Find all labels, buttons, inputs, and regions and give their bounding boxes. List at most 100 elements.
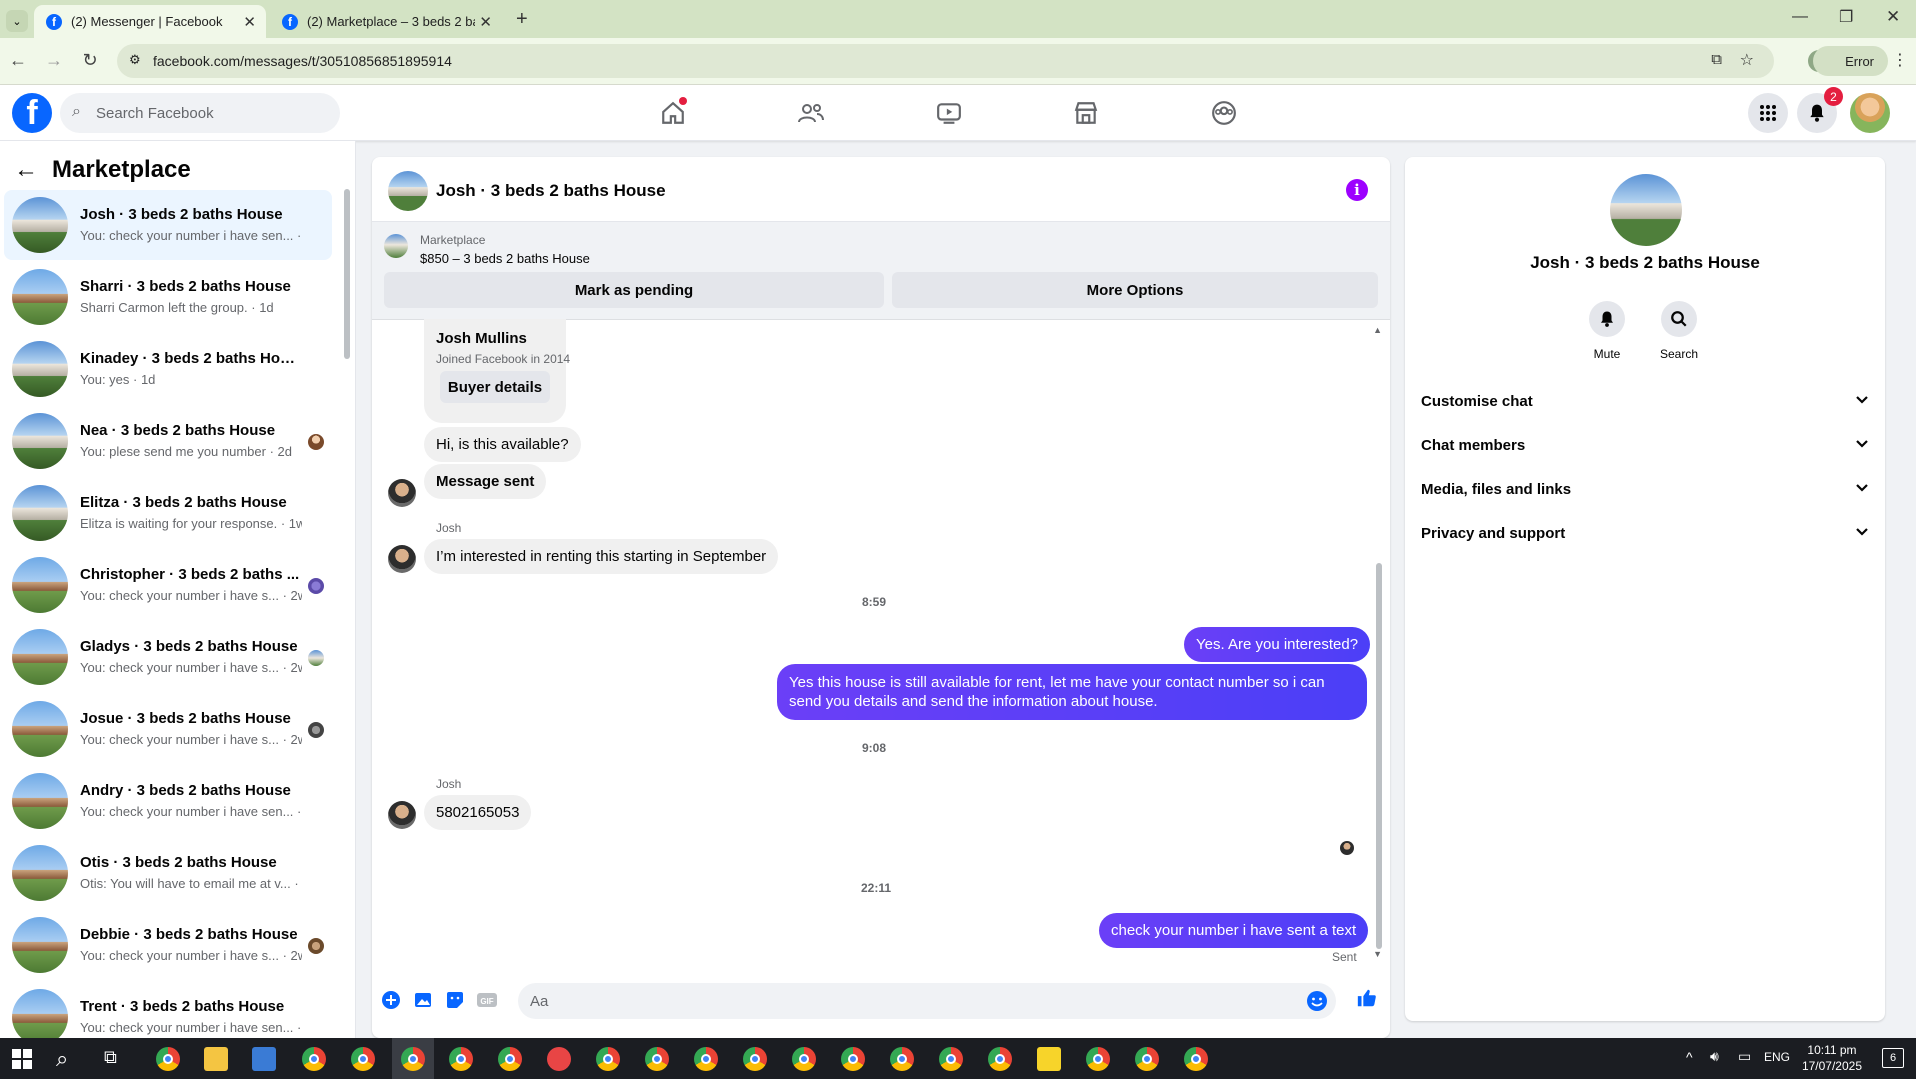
gif-icon[interactable]: GIF (476, 989, 498, 1011)
josh-avatar[interactable] (388, 479, 416, 507)
close-tab-icon[interactable]: ✕ (243, 13, 256, 31)
media-files-links-section[interactable]: Media, files and links (1421, 467, 1869, 511)
conversation-item[interactable]: Andry · 3 beds 2 baths House You: check … (4, 766, 332, 836)
message-input[interactable]: Aa (518, 983, 1336, 1019)
chat-profile-avatar[interactable] (1610, 174, 1682, 246)
reload-icon[interactable]: ↻ (78, 50, 102, 71)
emoji-icon[interactable] (1306, 990, 1328, 1016)
conversations-scrollbar[interactable] (344, 189, 350, 359)
volume-icon[interactable]: 🔊︎ (1710, 1048, 1719, 1065)
incoming-message[interactable]: 5802165053 (424, 795, 532, 830)
tab-search-icon[interactable]: ⌄ (6, 10, 28, 32)
conversation-item[interactable]: Debbie · 3 beds 2 baths House You: check… (4, 910, 332, 980)
outgoing-message[interactable]: check your number i have sent a text (1099, 913, 1369, 948)
back-arrow-icon[interactable]: ← (14, 156, 38, 184)
chrome-taskbar-icon[interactable] (498, 1047, 522, 1071)
video-nav-icon[interactable] (929, 93, 969, 133)
chrome-taskbar-icon[interactable] (939, 1047, 963, 1071)
chrome-taskbar-icon[interactable] (1184, 1047, 1208, 1071)
clock[interactable]: 10:11 pm 17/07/2025 (1802, 1042, 1862, 1074)
notification-center-icon[interactable]: 6 (1882, 1048, 1904, 1068)
outgoing-message[interactable]: Yes. Are you interested? (1184, 627, 1371, 662)
conversation-item[interactable]: Josh · 3 beds 2 baths House You: check y… (4, 190, 332, 260)
chrome-taskbar-icon[interactable] (645, 1047, 669, 1071)
josh-avatar[interactable] (388, 801, 416, 829)
conversation-item[interactable]: Josue · 3 beds 2 baths House You: check … (4, 694, 332, 764)
chat-avatar[interactable] (388, 171, 428, 211)
app-taskbar-icon[interactable] (547, 1047, 571, 1071)
buyer-details-button[interactable]: Buyer details (440, 371, 550, 403)
back-icon[interactable]: ← (6, 50, 30, 71)
tab-marketplace[interactable]: f (2) Marketplace – 3 beds 2 bath ✕ (270, 5, 502, 38)
chrome-taskbar-icon[interactable] (351, 1047, 375, 1071)
search-in-chat-button[interactable]: Search (1649, 301, 1709, 362)
chrome-taskbar-icon[interactable] (401, 1047, 425, 1071)
incoming-message[interactable]: I’m interested in renting this starting … (424, 539, 779, 574)
tray-chevron-up-icon[interactable]: ^ (1686, 1049, 1693, 1065)
address-bar[interactable]: ⚙ facebook.com/messages/t/30510856851895… (117, 44, 1774, 78)
close-tab-icon[interactable]: ✕ (479, 13, 492, 31)
conversation-item[interactable]: Kinadey · 3 beds 2 baths House You: yes … (4, 334, 332, 404)
friends-nav-icon[interactable] (791, 93, 831, 133)
chrome-taskbar-icon[interactable] (1086, 1047, 1110, 1071)
chrome-taskbar-icon[interactable] (988, 1047, 1012, 1071)
bookmark-star-icon[interactable]: ☆ (1740, 50, 1754, 70)
conversation-item[interactable]: Trent · 3 beds 2 baths House You: check … (4, 982, 332, 1038)
mute-button[interactable]: Mute (1577, 301, 1637, 362)
groups-nav-icon[interactable] (1204, 93, 1244, 133)
profile-error-button[interactable]: Error (1813, 46, 1888, 76)
home-nav-icon[interactable] (653, 93, 693, 133)
chrome-taskbar-icon[interactable] (890, 1047, 914, 1071)
browser-menu-icon[interactable]: ⋮ (1892, 50, 1908, 70)
conversation-item[interactable]: Elitza · 3 beds 2 baths House Elitza is … (4, 478, 332, 548)
outgoing-message[interactable]: Yes this house is still available for re… (777, 664, 1367, 720)
language-indicator[interactable]: ENG (1764, 1050, 1790, 1064)
install-app-icon[interactable]: ⧉ (1711, 51, 1722, 68)
site-info-icon[interactable]: ⚙ (129, 52, 141, 68)
calculator-icon[interactable] (252, 1047, 276, 1071)
chrome-taskbar-icon[interactable] (743, 1047, 767, 1071)
incoming-message[interactable]: Hi, is this available? (424, 427, 581, 462)
chrome-taskbar-icon[interactable] (449, 1047, 473, 1071)
scroll-down-icon[interactable]: ▼ (1373, 949, 1382, 959)
chat-title[interactable]: Josh · 3 beds 2 baths House (436, 181, 666, 201)
conversation-item[interactable]: Nea · 3 beds 2 baths House You: plese se… (4, 406, 332, 476)
info-icon[interactable]: i (1346, 179, 1368, 201)
chat-scrollbar[interactable] (1376, 563, 1382, 949)
incoming-message[interactable]: Message sent (424, 464, 547, 499)
chrome-taskbar-icon[interactable] (596, 1047, 620, 1071)
conversation-item[interactable]: Gladys · 3 beds 2 baths House You: check… (4, 622, 332, 692)
chrome-taskbar-icon[interactable] (1135, 1047, 1159, 1071)
mark-as-pending-button[interactable]: Mark as pending (384, 272, 884, 308)
sticker-icon[interactable] (444, 989, 466, 1011)
chat-members-section[interactable]: Chat members (1421, 423, 1869, 467)
conversation-item[interactable]: Otis · 3 beds 2 baths House Otis: You wi… (4, 838, 332, 908)
marketplace-nav-icon[interactable] (1066, 93, 1106, 133)
more-options-button[interactable]: More Options (892, 272, 1378, 308)
tab-messenger[interactable]: f (2) Messenger | Facebook ✕ (34, 5, 266, 38)
account-avatar[interactable] (1850, 93, 1890, 133)
chrome-taskbar-icon[interactable] (792, 1047, 816, 1071)
conversation-item[interactable]: Sharri · 3 beds 2 baths House Sharri Car… (4, 262, 332, 332)
network-icon[interactable]: ▭ (1738, 1048, 1751, 1065)
privacy-support-section[interactable]: Privacy and support (1421, 511, 1869, 555)
search-facebook-input[interactable]: ⌕ Search Facebook (60, 93, 340, 133)
new-tab-icon[interactable]: + (516, 8, 528, 31)
listing-price-title[interactable]: $850 – 3 beds 2 baths House (420, 251, 590, 266)
more-actions-plus-icon[interactable] (380, 989, 402, 1011)
chrome-taskbar-icon[interactable] (694, 1047, 718, 1071)
facebook-logo-icon[interactable]: f (12, 93, 52, 133)
close-window-icon[interactable]: ✕ (1886, 7, 1900, 27)
forward-icon[interactable]: → (42, 50, 66, 71)
scroll-up-icon[interactable]: ▲ (1373, 325, 1382, 335)
conversation-item[interactable]: Christopher · 3 beds 2 baths ... You: ch… (4, 550, 332, 620)
thumbs-up-icon[interactable] (1356, 987, 1378, 1009)
chrome-taskbar-icon[interactable] (841, 1047, 865, 1071)
sticky-notes-icon[interactable] (1037, 1047, 1061, 1071)
notifications-bell-icon[interactable]: 2 (1797, 87, 1843, 133)
menu-grid-icon[interactable] (1748, 93, 1788, 133)
windows-start-icon[interactable] (12, 1049, 32, 1069)
file-explorer-icon[interactable] (204, 1047, 228, 1071)
customise-chat-section[interactable]: Customise chat (1421, 379, 1869, 423)
task-view-icon[interactable]: ⧉ (104, 1047, 117, 1068)
